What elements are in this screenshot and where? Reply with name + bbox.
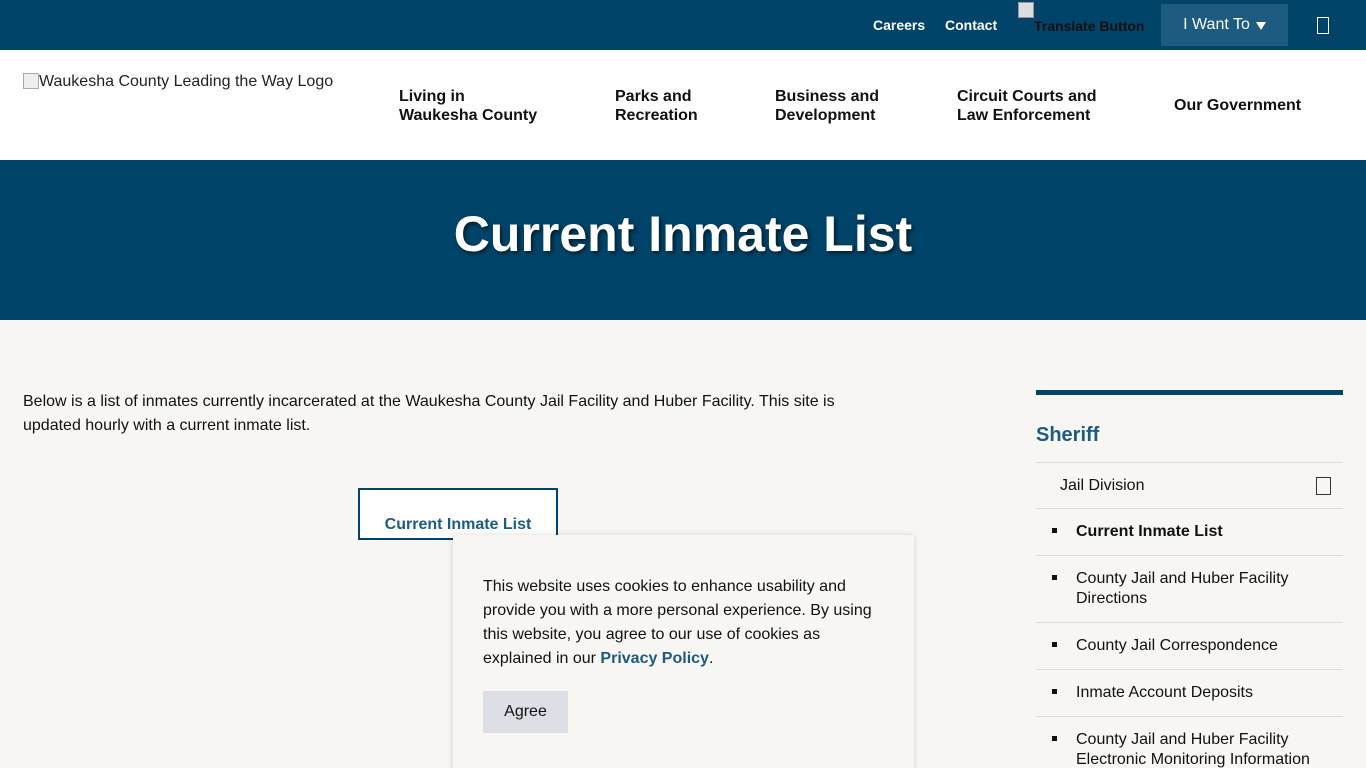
site-logo[interactable]: Waukesha County Leading the Way Logo	[23, 73, 333, 91]
page-title: Current Inmate List	[453, 206, 913, 262]
contact-link[interactable]: Contact	[945, 17, 997, 33]
bullet-icon	[1052, 689, 1057, 694]
sidebar-item-label: County Jail Correspondence	[1076, 637, 1278, 654]
nav-label-line1: Living in	[399, 88, 465, 105]
broken-image-icon	[23, 73, 39, 89]
utility-bar: Careers Contact Translate Button I Want …	[0, 0, 1366, 50]
nav-circuit-courts-law-enforcement[interactable]: Circuit Courts and Law Enforcement	[957, 87, 1097, 125]
nav-label-line2: Development	[775, 107, 876, 124]
nav-label-line1: Parks and	[615, 88, 692, 105]
bullet-icon	[1052, 736, 1057, 741]
bullet-icon	[1052, 575, 1057, 580]
i-want-to-button[interactable]: I Want To	[1161, 4, 1288, 46]
sidebar-item-electronic-monitoring[interactable]: County Jail and Huber Facility Electroni…	[1036, 716, 1343, 768]
nav-parks-and-recreation[interactable]: Parks and Recreation	[615, 87, 698, 125]
sidebar-item-jail-division[interactable]: Jail Division	[1036, 462, 1343, 508]
expand-toggle-icon[interactable]	[1316, 477, 1331, 495]
nav-label-line1: Our Government	[1174, 97, 1302, 114]
broken-image-icon	[1018, 2, 1034, 18]
translate-button[interactable]: Translate Button	[1018, 2, 1144, 34]
nav-label-line1: Business and	[775, 88, 880, 105]
cookie-period: .	[708, 650, 714, 667]
translate-button-alt-text: Translate Button	[1034, 18, 1145, 34]
search-icon[interactable]	[1317, 17, 1329, 34]
sidebar-nav: Sheriff Jail Division Current Inmate Lis…	[1036, 390, 1343, 768]
nav-our-government[interactable]: Our Government	[1174, 96, 1301, 115]
sidebar-item-jail-correspondence[interactable]: County Jail Correspondence	[1036, 622, 1343, 669]
sidebar-item-inmate-account-deposits[interactable]: Inmate Account Deposits	[1036, 669, 1343, 716]
i-want-to-label: I Want To	[1183, 16, 1250, 33]
sidebar-item-label: County Jail and Huber Facility Direction…	[1076, 570, 1289, 607]
logo-alt-text: Waukesha County Leading the Way Logo	[39, 73, 334, 90]
cookie-message: This website uses cookies to enhance usa…	[483, 575, 883, 671]
sidebar-heading[interactable]: Sheriff	[1036, 424, 1343, 462]
nav-label-line1: Circuit Courts and	[957, 88, 1097, 105]
bullet-icon	[1052, 642, 1057, 647]
cta-label: Current Inmate List	[384, 516, 532, 533]
sidebar-item-label: Jail Division	[1060, 477, 1145, 494]
agree-button[interactable]: Agree	[483, 691, 568, 733]
careers-link[interactable]: Careers	[873, 17, 925, 33]
sidebar-item-label: County Jail and Huber Facility Electroni…	[1076, 731, 1310, 768]
sidebar-rule	[1036, 390, 1343, 395]
nav-business-and-development[interactable]: Business and Development	[775, 87, 879, 125]
page-hero: Current Inmate List	[0, 160, 1366, 320]
sidebar-item-current-inmate-list[interactable]: Current Inmate List	[1036, 508, 1343, 555]
cookie-consent-banner: This website uses cookies to enhance usa…	[453, 535, 914, 768]
site-header: Waukesha County Leading the Way Logo Liv…	[0, 50, 1366, 160]
sidebar-item-label: Inmate Account Deposits	[1076, 684, 1253, 701]
nav-label-line2: Recreation	[615, 107, 698, 124]
nav-label-line2: Law Enforcement	[957, 107, 1091, 124]
caret-down-icon	[1255, 22, 1266, 30]
nav-label-line2: Waukesha County	[399, 107, 538, 124]
bullet-icon	[1052, 528, 1057, 533]
privacy-policy-link[interactable]: Privacy Policy	[600, 650, 709, 667]
sidebar-item-jail-directions[interactable]: County Jail and Huber Facility Direction…	[1036, 555, 1343, 622]
sidebar-item-label: Current Inmate List	[1076, 523, 1223, 540]
intro-paragraph: Below is a list of inmates currently inc…	[23, 393, 835, 434]
current-inmate-list-button[interactable]: Current Inmate List	[358, 488, 558, 540]
nav-living-in-waukesha-county[interactable]: Living in Waukesha County	[399, 87, 537, 125]
